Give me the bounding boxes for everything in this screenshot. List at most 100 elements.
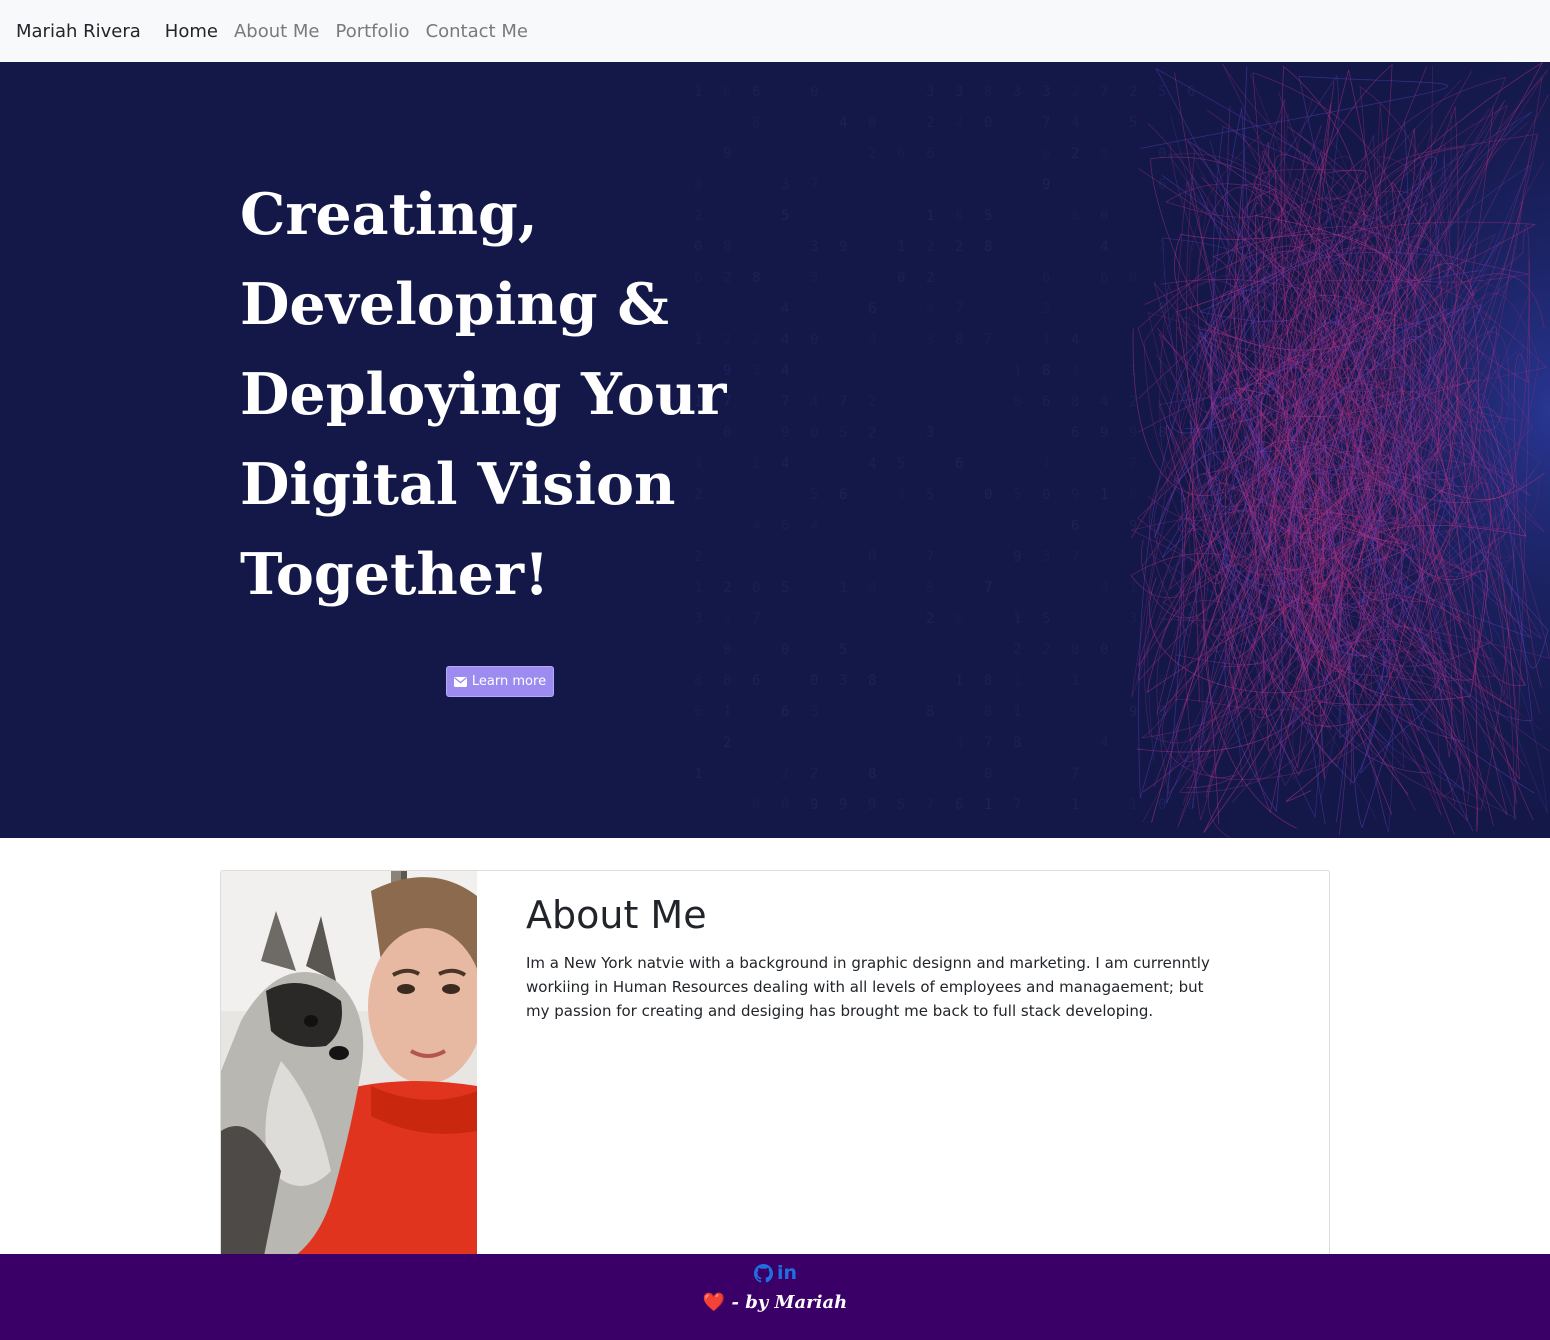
svg-text:1: 1 (1042, 332, 1050, 348)
svg-text:1: 1 (1013, 363, 1021, 379)
svg-text:5: 5 (781, 580, 789, 596)
svg-text:5: 5 (839, 642, 847, 658)
svg-text:4: 4 (955, 735, 963, 751)
svg-text:4: 4 (868, 456, 876, 472)
svg-text:4: 4 (926, 301, 934, 317)
svg-text:9: 9 (723, 146, 731, 162)
svg-text:7: 7 (984, 735, 992, 751)
svg-text:6: 6 (1042, 394, 1050, 410)
svg-text:3: 3 (810, 704, 818, 720)
svg-text:7: 7 (839, 394, 847, 410)
svg-text:4: 4 (810, 394, 818, 410)
svg-text:0: 0 (723, 642, 731, 658)
svg-text:1: 1 (723, 704, 731, 720)
svg-text:3: 3 (781, 177, 789, 193)
svg-text:5: 5 (926, 487, 934, 503)
svg-text:5: 5 (984, 208, 992, 224)
svg-text:6: 6 (752, 84, 760, 100)
svg-text:8: 8 (955, 332, 963, 348)
svg-text:2: 2 (868, 425, 876, 441)
svg-text:2: 2 (781, 766, 789, 782)
linkedin-icon[interactable]: in (777, 1264, 797, 1283)
svg-text:0: 0 (984, 766, 992, 782)
svg-text:5: 5 (781, 208, 789, 224)
svg-text:7: 7 (984, 332, 992, 348)
heart-icon: ❤️ (702, 1292, 726, 1313)
svg-text:0: 0 (810, 673, 818, 689)
svg-text:2: 2 (868, 146, 876, 162)
svg-text:4: 4 (781, 332, 789, 348)
svg-text:8: 8 (868, 766, 876, 782)
svg-text:1: 1 (694, 766, 702, 782)
profile-photo (221, 871, 477, 1269)
network-art-background (1070, 62, 1550, 838)
svg-text:6: 6 (955, 456, 963, 472)
footer: in ❤️ - by Mariah (0, 1254, 1550, 1340)
svg-text:9: 9 (810, 797, 818, 813)
svg-text:0: 0 (752, 797, 760, 813)
hero-title-line: Together! (240, 541, 550, 608)
nav-portfolio[interactable]: Portfolio (336, 21, 410, 42)
hero-title-line: Creating, (240, 181, 538, 248)
svg-text:9: 9 (781, 425, 789, 441)
svg-text:2: 2 (1013, 642, 1021, 658)
svg-text:8: 8 (926, 704, 934, 720)
svg-text:2: 2 (926, 239, 934, 255)
envelope-icon (453, 676, 467, 687)
about-card: About Me Im a New York natvie with a bac… (220, 870, 1330, 1270)
svg-text:2: 2 (926, 115, 934, 131)
svg-text:2: 2 (868, 394, 876, 410)
nav-about-me[interactable]: About Me (234, 21, 320, 42)
svg-text:6: 6 (839, 487, 847, 503)
svg-text:3: 3 (1042, 549, 1050, 565)
github-icon[interactable] (754, 1264, 773, 1283)
hero-title: Creating, Developing & Deploying Your Di… (240, 170, 760, 620)
svg-text:0: 0 (897, 270, 905, 286)
about-heading: About Me (526, 893, 707, 937)
svg-text:1: 1 (694, 84, 702, 100)
svg-text:6: 6 (752, 673, 760, 689)
svg-text:0: 0 (810, 332, 818, 348)
svg-text:9: 9 (868, 797, 876, 813)
svg-text:9: 9 (926, 580, 934, 596)
footer-signature: ❤️ - by Mariah (0, 1292, 1550, 1313)
svg-text:9: 9 (1042, 177, 1050, 193)
svg-text:7: 7 (1042, 115, 1050, 131)
svg-text:5: 5 (1042, 611, 1050, 627)
svg-text:8: 8 (1042, 363, 1050, 379)
svg-text:1: 1 (955, 673, 963, 689)
svg-text:7: 7 (926, 549, 934, 565)
svg-text:0: 0 (1013, 394, 1021, 410)
svg-text:9: 9 (1013, 549, 1021, 565)
svg-text:6: 6 (1042, 270, 1050, 286)
svg-text:1: 1 (839, 580, 847, 596)
svg-text:8: 8 (984, 84, 992, 100)
svg-text:0: 0 (810, 425, 818, 441)
svg-text:3: 3 (839, 673, 847, 689)
svg-text:4: 4 (839, 115, 847, 131)
svg-text:1: 1 (984, 797, 992, 813)
svg-text:8: 8 (984, 704, 992, 720)
brand-link[interactable]: Mariah Rivera (16, 21, 141, 42)
hero-title-line: Digital Vision (240, 451, 676, 518)
svg-text:3: 3 (926, 84, 934, 100)
svg-text:8: 8 (752, 115, 760, 131)
svg-text:3: 3 (810, 239, 818, 255)
svg-text:1: 1 (1013, 611, 1021, 627)
svg-text:8: 8 (868, 673, 876, 689)
svg-text:5: 5 (897, 456, 905, 472)
svg-text:3: 3 (1013, 84, 1021, 100)
social-links: in (754, 1264, 797, 1283)
svg-text:4: 4 (781, 301, 789, 317)
svg-text:0: 0 (810, 84, 818, 100)
svg-text:1: 1 (1013, 673, 1021, 689)
learn-more-button[interactable]: Learn more (446, 666, 554, 697)
svg-text:4: 4 (868, 332, 876, 348)
svg-text:3: 3 (1042, 84, 1050, 100)
about-description: Im a New York natvie with a background i… (526, 954, 1210, 1020)
nav-home[interactable]: Home (165, 21, 218, 42)
nav-contact-me[interactable]: Contact Me (426, 21, 528, 42)
svg-text:5: 5 (1013, 487, 1021, 503)
svg-text:3: 3 (955, 84, 963, 100)
svg-text:2: 2 (1042, 642, 1050, 658)
